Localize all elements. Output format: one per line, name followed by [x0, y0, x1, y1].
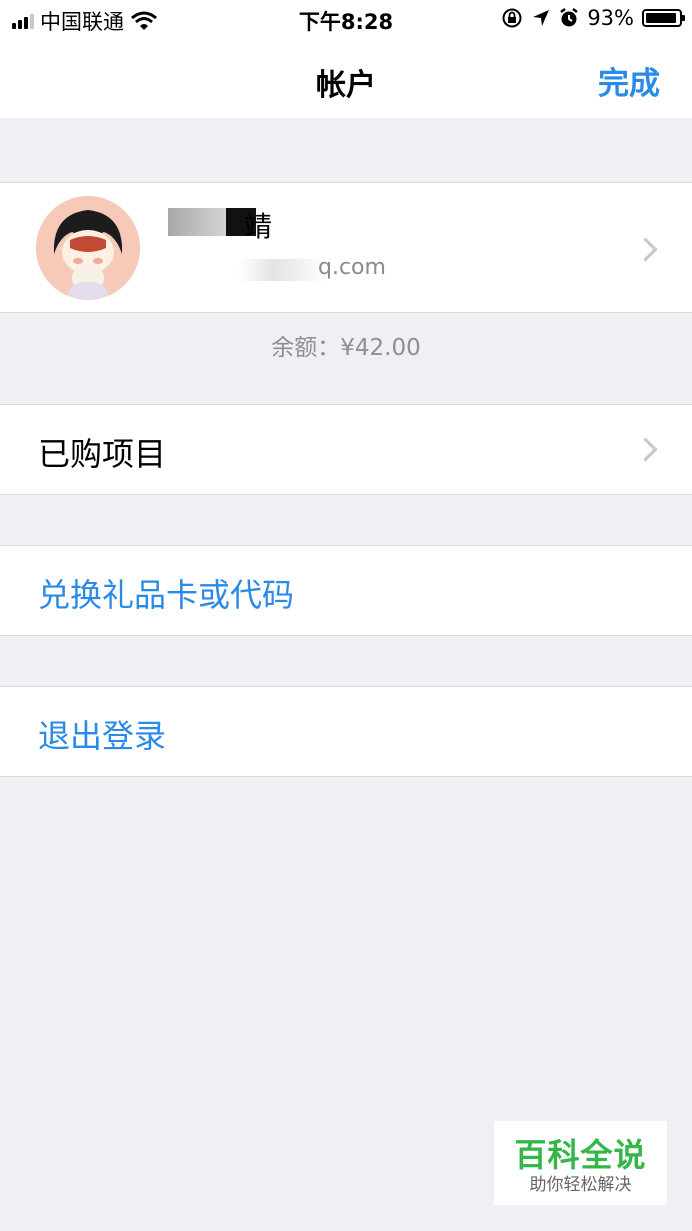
- avatar: [36, 196, 140, 300]
- balance-text: 余额：¥42.00: [271, 335, 421, 361]
- status-bar: 中国联通 下午8:28 93%: [0, 0, 692, 40]
- battery-fill: [646, 13, 676, 23]
- status-right: 93%: [501, 6, 685, 30]
- purchased-items-row[interactable]: 已购项目: [0, 404, 692, 495]
- name-redaction: [168, 208, 226, 236]
- redeem-row[interactable]: 兑换礼品卡或代码: [0, 545, 692, 636]
- chevron-right-icon: [633, 437, 658, 462]
- page-title: 帐户: [316, 68, 376, 103]
- email-redaction: [238, 259, 328, 281]
- sign-out-row[interactable]: 退出登录: [0, 686, 692, 777]
- battery-icon: [642, 9, 685, 27]
- watermark-title: 百科全说: [514, 1136, 647, 1174]
- redeem-label: 兑换礼品卡或代码: [38, 576, 295, 614]
- chevron-right-icon: [633, 237, 658, 262]
- done-button[interactable]: 完成: [598, 58, 660, 103]
- profile-cell[interactable]: 靖 q.com: [0, 182, 692, 313]
- account-email: q.com: [318, 255, 386, 280]
- location-icon: [533, 10, 550, 26]
- battery-percent: 93%: [587, 6, 634, 30]
- watermark-subtitle: 助你轻松解决: [529, 1175, 632, 1195]
- alarm-icon: [560, 8, 579, 27]
- purchased-items-label: 已购项目: [38, 435, 167, 473]
- account-name: 靖: [244, 210, 273, 243]
- rotation-lock-icon: [502, 8, 522, 28]
- navigation-bar: 帐户 完成: [0, 40, 692, 118]
- sign-out-label: 退出登录: [38, 717, 167, 755]
- watermark: 百科全说 助你轻松解决: [494, 1121, 667, 1205]
